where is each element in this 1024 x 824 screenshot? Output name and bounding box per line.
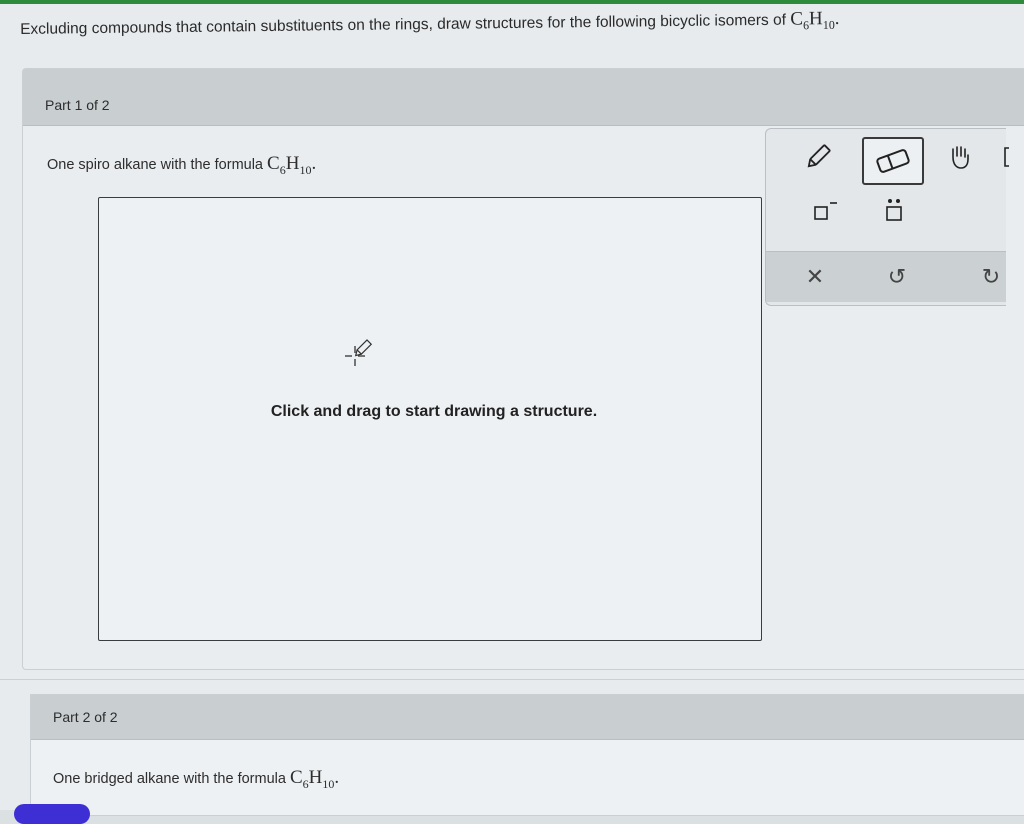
part1-header[interactable]: Part 1 of 2 bbox=[23, 69, 1024, 126]
question-sentence: Excluding compounds that contain substit… bbox=[20, 11, 787, 38]
question-formula: C6H10. bbox=[790, 7, 840, 33]
part2-formula: C6H10. bbox=[289, 767, 340, 791]
eraser-icon[interactable] bbox=[862, 137, 924, 185]
lone-pair-icon[interactable] bbox=[876, 193, 912, 229]
part2-label: Part 2 of 2 bbox=[53, 709, 118, 725]
pencil-icon[interactable] bbox=[800, 139, 836, 175]
part1-label: Part 1 of 2 bbox=[45, 97, 110, 113]
undo-icon[interactable]: ↺ bbox=[882, 262, 912, 292]
drawing-canvas[interactable]: Click and drag to start drawing a struct… bbox=[98, 197, 762, 641]
bracket-icon[interactable] bbox=[1002, 139, 1012, 175]
charge-icon[interactable] bbox=[806, 193, 842, 229]
drag-hint: Click and drag to start drawing a struct… bbox=[270, 403, 598, 420]
divider bbox=[0, 679, 1024, 680]
part1-formula: C6H10. bbox=[267, 153, 317, 177]
clear-icon[interactable]: ✕ bbox=[800, 262, 830, 292]
blue-pill-button[interactable] bbox=[14, 804, 90, 824]
redo-icon[interactable]: ↻ bbox=[976, 262, 1006, 292]
part2-header[interactable]: Part 2 of 2 bbox=[31, 695, 1024, 740]
drawing-toolbox: ✕ ↺ ↻ bbox=[765, 128, 1009, 306]
toolbox-actions: ✕ ↺ ↻ bbox=[766, 251, 1006, 302]
crosshair-pencil-icon bbox=[345, 339, 373, 366]
part2-card: Part 2 of 2 One bridged alkane with the … bbox=[30, 694, 1024, 816]
part2-prompt: One bridged alkane with the formula C6H1… bbox=[53, 767, 340, 791]
hand-icon[interactable] bbox=[942, 139, 978, 175]
page: Excluding compounds that contain substit… bbox=[0, 4, 1024, 824]
part1-prompt: One spiro alkane with the formula C6H10. bbox=[47, 153, 317, 177]
question-text: Excluding compounds that contain substit… bbox=[20, 6, 1010, 43]
